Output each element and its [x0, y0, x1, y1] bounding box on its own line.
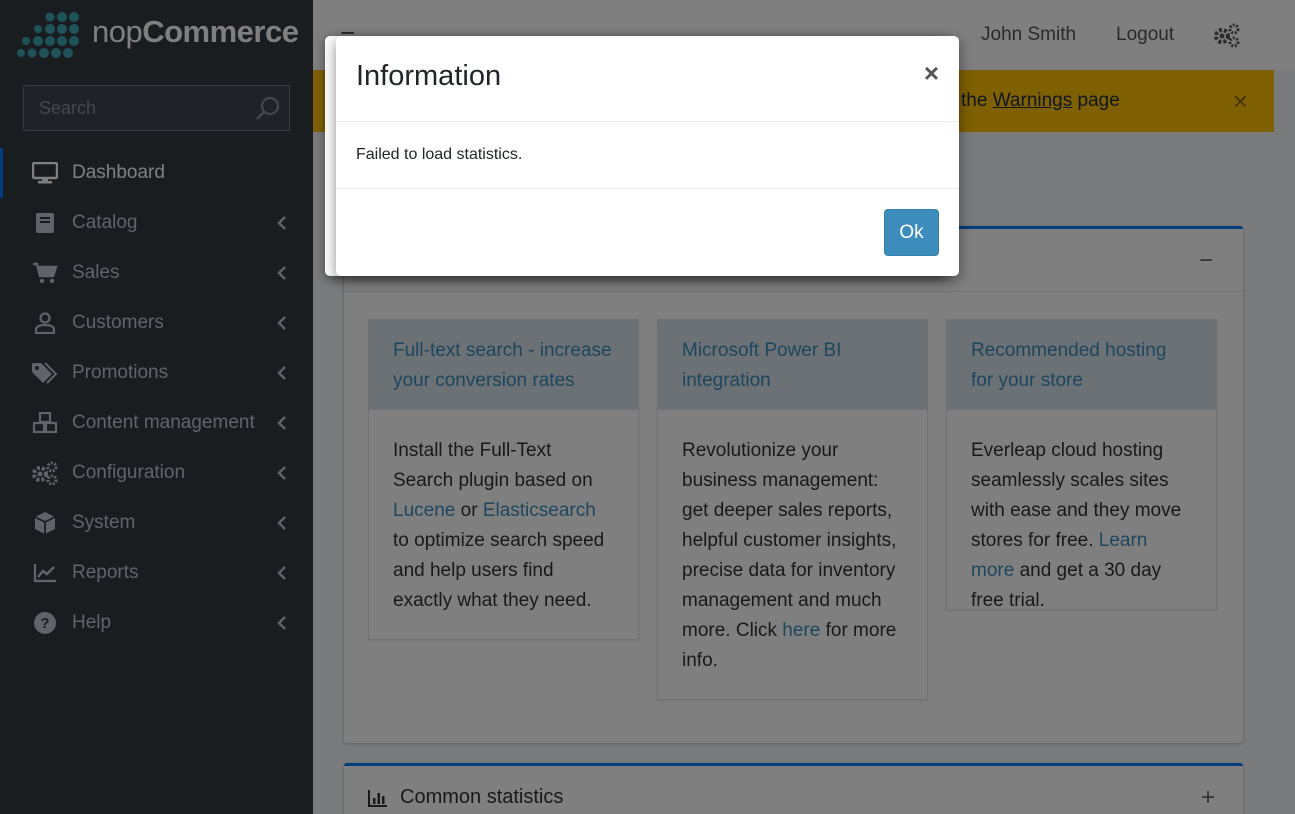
modal-body: Failed to load statistics. — [336, 122, 959, 189]
modal-message: Failed to load statistics. — [356, 146, 523, 163]
information-modal: Information × Failed to load statistics.… — [336, 36, 959, 276]
modal-header: Information × — [336, 36, 959, 122]
modal-footer: Ok — [336, 189, 959, 276]
ok-button[interactable]: Ok — [884, 209, 939, 256]
close-icon[interactable]: × — [924, 58, 939, 89]
modal-title: Information — [356, 60, 502, 92]
